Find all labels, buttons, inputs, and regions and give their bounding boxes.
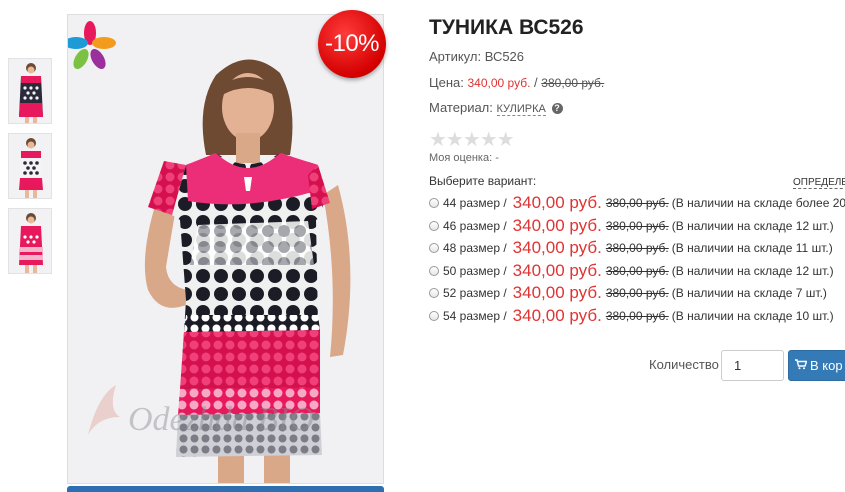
variant-radio[interactable] xyxy=(429,243,439,254)
material-label: Материал: xyxy=(429,100,493,115)
variant-size: 46 размер / xyxy=(443,218,507,233)
variant-radio[interactable] xyxy=(429,265,439,276)
variant-price: 340,00 руб. xyxy=(512,260,602,280)
image-caption-bar xyxy=(67,486,384,492)
watermark-text: Odezhda BIO xyxy=(128,401,314,438)
product-main-image[interactable]: Odezhda BIO xyxy=(67,14,384,484)
variant-stock: (В наличии на складе 10 шт.) xyxy=(671,308,834,323)
variant-stock: (В наличии на складе 12 шт.) xyxy=(671,218,834,233)
variant-size: 44 размер / xyxy=(443,196,507,211)
thumbnail-list xyxy=(8,58,54,283)
variant-size: 54 размер / xyxy=(443,308,507,323)
variant-option[interactable]: 50 размер / 340,00 руб. 380,00 руб. (В н… xyxy=(429,260,845,283)
variant-list: 44 размер / 340,00 руб. 380,00 руб. (В н… xyxy=(429,192,845,327)
quantity-input[interactable] xyxy=(721,350,784,381)
product-title: ТУНИКА ВС526 xyxy=(429,16,584,39)
variant-old-price: 380,00 руб. xyxy=(605,196,669,211)
price-old: 380,00 руб. xyxy=(541,76,605,90)
variant-size: 48 размер / xyxy=(443,241,507,256)
rating-stars[interactable]: ★★★★★ xyxy=(429,127,515,152)
variant-old-price: 380,00 руб. xyxy=(605,263,669,278)
article-row: Артикул: ВС526 xyxy=(429,49,524,64)
variant-price: 340,00 руб. xyxy=(512,283,602,303)
discount-badge: -10% xyxy=(318,10,386,78)
variant-stock: (В наличии на складе 7 шт.) xyxy=(671,286,827,301)
price-label: Цена: xyxy=(429,75,464,90)
variant-size: 52 размер / xyxy=(443,286,507,301)
price-row: Цена: 340,00 руб. / 380,00 руб. xyxy=(429,75,604,90)
define-size-link[interactable]: ОПРЕДЕЛЕ xyxy=(793,177,845,189)
variant-option[interactable]: 46 размер / 340,00 руб. 380,00 руб. (В н… xyxy=(429,215,845,238)
variant-stock: (В наличии на складе более 20 шт.) xyxy=(671,196,845,211)
variant-price: 340,00 руб. xyxy=(512,238,602,258)
choose-variant-label: Выберите вариант: xyxy=(429,174,537,188)
variant-option[interactable]: 52 размер / 340,00 руб. 380,00 руб. (В н… xyxy=(429,282,845,305)
variant-option[interactable]: 48 размер / 340,00 руб. 380,00 руб. (В н… xyxy=(429,237,845,260)
price-separator: / xyxy=(534,75,538,90)
variant-old-price: 380,00 руб. xyxy=(605,286,669,301)
help-icon[interactable]: ? xyxy=(551,103,563,114)
add-to-cart-button[interactable]: В кор xyxy=(788,350,845,381)
article-label: Артикул: xyxy=(429,49,482,64)
variant-stock: (В наличии на складе 11 шт.) xyxy=(671,241,833,256)
thumbnail-3[interactable] xyxy=(8,208,52,274)
variant-old-price: 380,00 руб. xyxy=(605,308,669,323)
variant-radio[interactable] xyxy=(429,310,439,321)
quantity-label: Количество xyxy=(649,357,719,372)
add-to-cart-label: В кор xyxy=(810,358,843,373)
cart-icon xyxy=(795,358,808,373)
variant-size: 50 размер / xyxy=(443,263,507,278)
variant-price: 340,00 руб. xyxy=(512,215,602,235)
article-value: ВС526 xyxy=(484,49,525,64)
thumbnail-1[interactable] xyxy=(8,58,52,124)
price-new: 340,00 руб. xyxy=(467,76,531,90)
material-link[interactable]: КУЛИРКА xyxy=(496,103,546,116)
product-photo: Odezhda BIO xyxy=(68,15,383,483)
variant-radio[interactable] xyxy=(429,198,439,209)
thumbnail-3-image xyxy=(9,209,51,273)
variant-old-price: 380,00 руб. xyxy=(605,241,669,256)
thumbnail-1-image xyxy=(9,59,51,123)
variant-radio[interactable] xyxy=(429,220,439,231)
variant-radio[interactable] xyxy=(429,288,439,299)
variant-option[interactable]: 44 размер / 340,00 руб. 380,00 руб. (В н… xyxy=(429,192,845,215)
variant-old-price: 380,00 руб. xyxy=(605,218,669,233)
thumbnail-2[interactable] xyxy=(8,133,52,199)
variant-price: 340,00 руб. xyxy=(512,305,602,325)
my-rating: Моя оценка: - xyxy=(429,152,499,164)
thumbnail-2-image xyxy=(9,134,51,198)
variant-price: 340,00 руб. xyxy=(512,193,602,213)
material-row: Материал: КУЛИРКА ? xyxy=(429,100,563,116)
variant-option[interactable]: 54 размер / 340,00 руб. 380,00 руб. (В н… xyxy=(429,305,845,328)
variant-stock: (В наличии на складе 12 шт.) xyxy=(671,263,834,278)
